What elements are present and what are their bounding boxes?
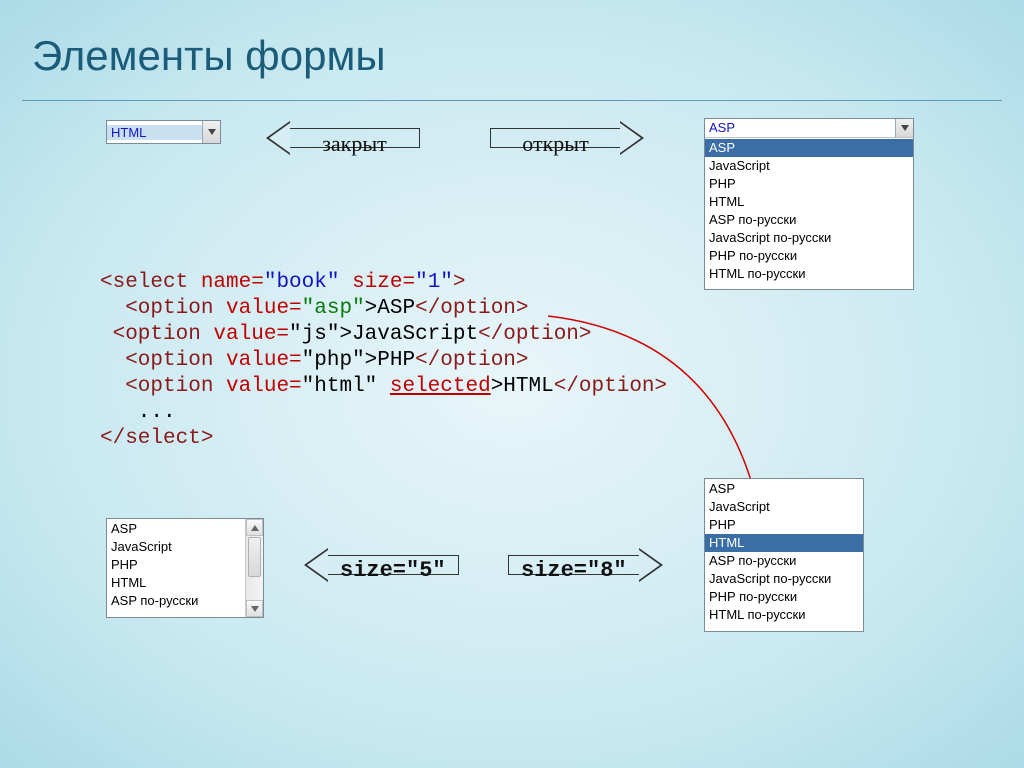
arrow-left-icon (256, 121, 290, 155)
list-option[interactable]: HTML (107, 574, 245, 592)
select-size5[interactable]: ASPJavaScriptPHPHTMLASP по-русски (106, 518, 264, 618)
list-option[interactable]: JavaScript (705, 157, 913, 175)
chevron-down-icon (208, 129, 216, 135)
list-option[interactable]: JavaScript по-русски (705, 229, 913, 247)
list-option[interactable]: ASP (705, 480, 863, 498)
list-option[interactable]: PHP (705, 175, 913, 193)
list-option[interactable]: HTML (705, 193, 913, 211)
chevron-up-icon (251, 525, 259, 531)
list-option[interactable]: JavaScript по-русски (705, 570, 863, 588)
list-option[interactable]: ASP по-русски (705, 211, 913, 229)
code-block: <select name="book" size="1"> <option va… (100, 270, 667, 452)
select-open-header: ASP (705, 119, 895, 137)
list-option[interactable]: PHP (705, 516, 863, 534)
arrow-open-label: открыт (490, 128, 620, 148)
select-open[interactable]: ASP ASPJavaScriptPHPHTMLASP по-русскиJav… (704, 118, 914, 290)
list-option[interactable]: ASP по-русски (705, 552, 863, 570)
arrow-size5-label: size="5" (328, 555, 459, 575)
list-option[interactable]: ASP (107, 520, 245, 538)
slide-title: Элементы формы (32, 32, 1006, 80)
arrow-left-icon (294, 548, 328, 582)
scroll-down-button[interactable] (246, 600, 263, 617)
list-option[interactable]: HTML по-русски (705, 265, 913, 283)
scrollbar[interactable] (245, 519, 263, 617)
scroll-thumb[interactable] (248, 537, 261, 577)
chevron-down-icon (901, 125, 909, 131)
select-size8[interactable]: ASPJavaScriptPHPHTMLASP по-русскиJavaScr… (704, 478, 864, 632)
arrow-closed-label: закрыт (290, 128, 420, 148)
select-closed[interactable]: HTML (106, 120, 221, 144)
scroll-up-button[interactable] (246, 519, 263, 536)
arrow-size5: size="5" (294, 548, 459, 582)
list-option[interactable]: JavaScript (107, 538, 245, 556)
arrow-size8: size="8" (508, 548, 673, 582)
arrow-right-icon (639, 548, 673, 582)
list-option[interactable]: HTML (705, 534, 863, 552)
list-option[interactable]: PHP по-русски (705, 588, 863, 606)
title-underline (22, 100, 1002, 101)
list-option[interactable]: ASP (705, 139, 913, 157)
select-closed-value: HTML (107, 125, 202, 140)
list-option[interactable]: PHP по-русски (705, 247, 913, 265)
dropdown-button[interactable] (202, 121, 220, 143)
list-option[interactable]: PHP (107, 556, 245, 574)
list-option[interactable]: JavaScript (705, 498, 863, 516)
arrow-closed: закрыт (256, 121, 420, 155)
chevron-down-icon (251, 606, 259, 612)
arrow-open: открыт (490, 121, 654, 155)
arrow-right-icon (620, 121, 654, 155)
arrow-size8-label: size="8" (508, 555, 639, 575)
list-option[interactable]: ASP по-русски (107, 592, 245, 610)
dropdown-button[interactable] (895, 119, 913, 137)
list-option[interactable]: HTML по-русски (705, 606, 863, 624)
